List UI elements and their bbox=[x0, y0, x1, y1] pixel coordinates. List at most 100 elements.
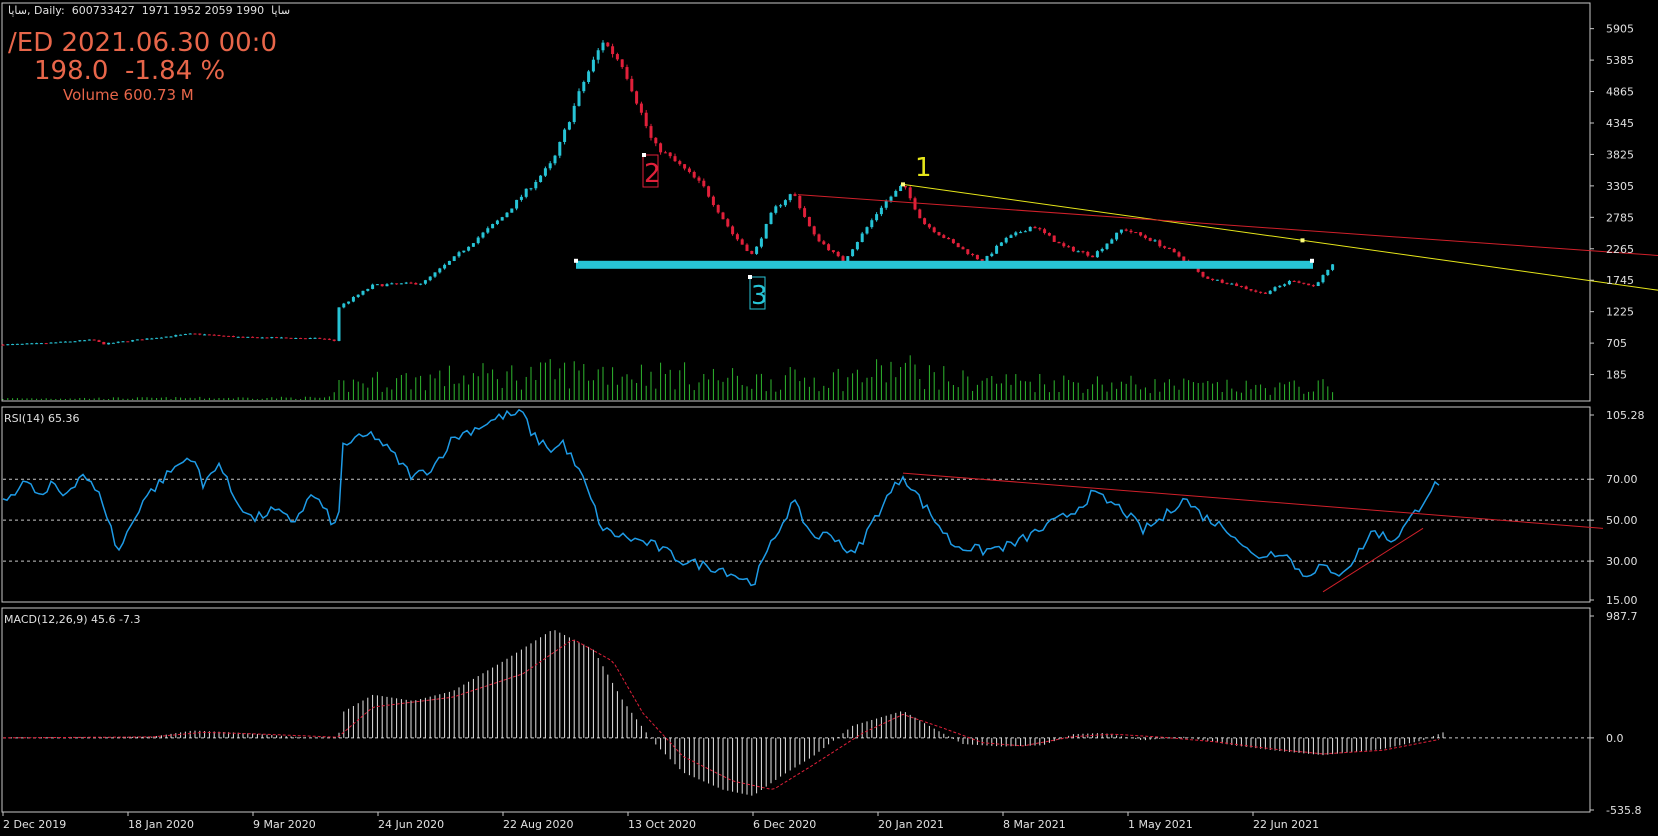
candle-body bbox=[270, 337, 274, 339]
candle-body bbox=[241, 336, 245, 338]
candle-body bbox=[308, 337, 312, 339]
candle-body bbox=[97, 340, 101, 343]
candle-body bbox=[731, 226, 735, 235]
support-band-handle bbox=[1310, 258, 1314, 263]
candle-body bbox=[1067, 246, 1071, 248]
candle-body bbox=[1153, 240, 1157, 242]
candle-body bbox=[711, 196, 715, 206]
candle-body bbox=[1263, 292, 1267, 294]
candle-body bbox=[899, 186, 903, 192]
candle-body bbox=[1278, 285, 1282, 288]
candle-body bbox=[692, 172, 696, 178]
candle-body bbox=[1019, 232, 1023, 234]
candle-body bbox=[1081, 251, 1085, 253]
candle-body bbox=[1110, 239, 1114, 244]
candle-body bbox=[11, 344, 15, 346]
candle-body bbox=[1182, 256, 1186, 261]
candle-body bbox=[313, 337, 317, 339]
candle-body bbox=[111, 342, 115, 344]
label-2: 2 bbox=[644, 159, 661, 189]
price-tick-label: 1225 bbox=[1606, 306, 1634, 319]
price-tick-label: 2785 bbox=[1606, 211, 1634, 224]
candle-body bbox=[78, 340, 82, 342]
candle-body bbox=[1139, 232, 1143, 236]
candle-body bbox=[1287, 280, 1291, 285]
candle-body bbox=[1244, 286, 1248, 290]
candle-body bbox=[265, 337, 269, 339]
candle-body bbox=[1331, 264, 1335, 270]
candle-body bbox=[510, 208, 514, 213]
price-tick-label: 4865 bbox=[1606, 86, 1634, 99]
time-tick-label: 22 Jun 2021 bbox=[1253, 818, 1319, 831]
candle-body bbox=[1105, 243, 1109, 249]
candle-body bbox=[1148, 237, 1152, 241]
candle-body bbox=[875, 214, 879, 221]
candle-body bbox=[654, 137, 658, 144]
candle-body bbox=[395, 283, 399, 285]
candle-body bbox=[649, 126, 653, 138]
candle-body bbox=[932, 227, 936, 233]
candle-body bbox=[855, 242, 859, 250]
candle-body bbox=[299, 337, 303, 339]
candle-body bbox=[822, 241, 826, 245]
candle-body bbox=[135, 339, 139, 341]
time-tick-label: 24 Jun 2020 bbox=[378, 818, 444, 831]
price-tick-label: 4345 bbox=[1606, 117, 1634, 130]
candle-body bbox=[371, 284, 375, 289]
candle-body bbox=[990, 253, 994, 257]
candle-body bbox=[462, 250, 466, 253]
candle-body bbox=[999, 242, 1003, 246]
price-tick-label: 3305 bbox=[1606, 180, 1634, 193]
candle-body bbox=[361, 290, 365, 295]
candle-body bbox=[1023, 231, 1027, 233]
candle-body bbox=[587, 71, 591, 82]
candle-body bbox=[457, 252, 461, 257]
candle-body bbox=[356, 294, 360, 297]
candle-body bbox=[668, 152, 672, 157]
candle-body bbox=[539, 175, 543, 183]
candle-body bbox=[1225, 282, 1229, 284]
candle-body bbox=[491, 224, 495, 229]
candle-body bbox=[385, 284, 389, 287]
candle-body bbox=[227, 335, 231, 337]
candle-body bbox=[1095, 251, 1099, 258]
candle-body bbox=[947, 237, 951, 240]
candle-body bbox=[380, 284, 384, 287]
candle-body bbox=[1177, 252, 1181, 257]
candle-body bbox=[366, 288, 370, 291]
time-tick-label: 8 Mar 2021 bbox=[1003, 818, 1066, 831]
chart-background bbox=[0, 0, 1658, 836]
candle-body bbox=[774, 206, 778, 213]
candle-body bbox=[87, 339, 91, 341]
candle-body bbox=[20, 343, 24, 345]
candle-body bbox=[663, 152, 667, 154]
candle-body bbox=[275, 337, 279, 339]
candle-body bbox=[783, 200, 787, 206]
candle-body bbox=[836, 251, 840, 257]
candle-body bbox=[1230, 283, 1234, 285]
candle-body bbox=[1115, 232, 1119, 240]
candle-body bbox=[687, 168, 691, 173]
candle-body bbox=[500, 217, 504, 221]
candle-body bbox=[1043, 229, 1047, 234]
candle-body bbox=[207, 334, 211, 336]
candle-body bbox=[1307, 283, 1311, 286]
candle-body bbox=[164, 336, 168, 338]
candle-body bbox=[318, 337, 322, 339]
candle-body bbox=[25, 343, 29, 345]
candle-body bbox=[351, 296, 355, 302]
candle-body bbox=[44, 343, 48, 345]
candle-body bbox=[222, 335, 226, 337]
candle-body bbox=[174, 335, 178, 337]
candle-body bbox=[975, 254, 979, 260]
time-tick-label: 6 Dec 2020 bbox=[753, 818, 816, 831]
candle-body bbox=[1220, 279, 1224, 283]
candle-body bbox=[951, 239, 955, 244]
candle-body bbox=[116, 341, 120, 343]
candle-body bbox=[452, 256, 456, 261]
candle-body bbox=[1254, 290, 1258, 292]
candle-body bbox=[812, 226, 816, 235]
candle-body bbox=[961, 247, 965, 250]
candle-body bbox=[1143, 235, 1147, 238]
candle-body bbox=[188, 333, 192, 335]
